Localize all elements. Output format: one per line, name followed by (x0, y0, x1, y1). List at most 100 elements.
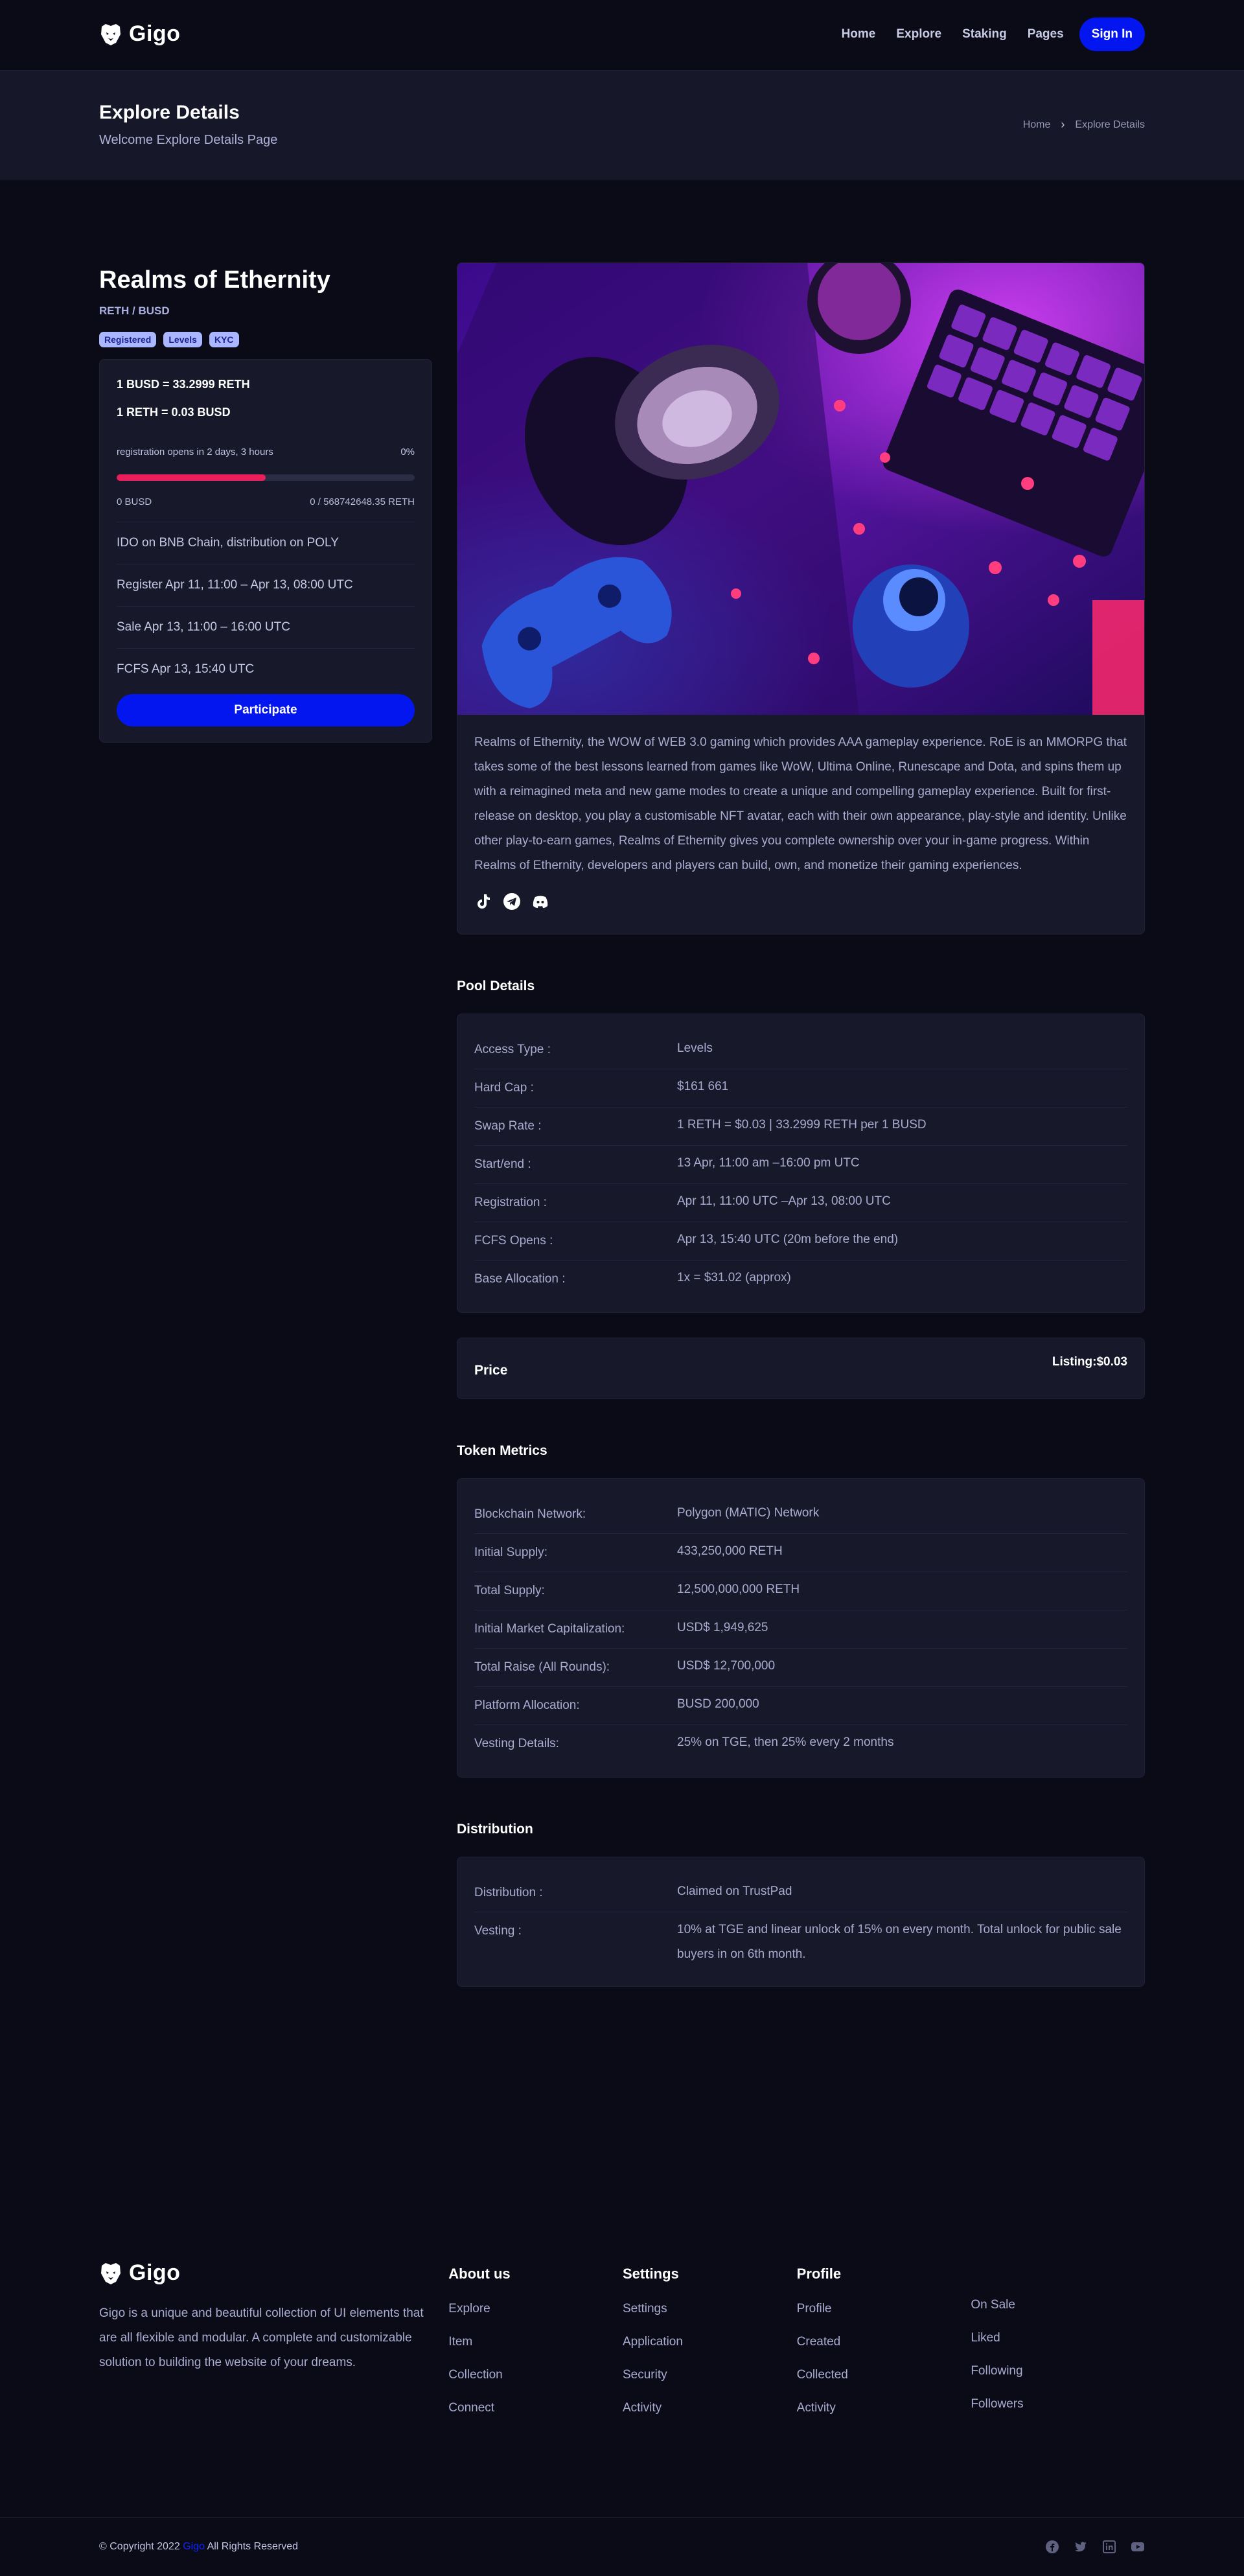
telegram-icon[interactable] (503, 892, 521, 911)
table-row: Distribution : Claimed on TrustPad (474, 1874, 1127, 1912)
table-row: Initial Market Capitalization: USD$ 1,949… (474, 1610, 1127, 1649)
table-row: Registration : Apr 11, 11:00 UTC –Apr 13,… (474, 1184, 1127, 1222)
tiktok-icon[interactable] (474, 892, 492, 911)
footer-col-about: About us Explore Item Collection Connect (448, 2260, 623, 2434)
project-description: Realms of Ethernity, the WOW of WEB 3.0 … (474, 736, 1127, 872)
footer-link-created[interactable]: Created (797, 2335, 971, 2349)
footer-link-profile[interactable]: Profile (797, 2302, 971, 2316)
table-row: FCFS Opens : Apr 13, 15:40 UTC (20m befor… (474, 1222, 1127, 1260)
row-value: USD$ 1,949,625 (677, 1621, 768, 1634)
copyright-text: © Copyright 2022 (99, 2540, 180, 2552)
progress-bar-fill (117, 474, 266, 481)
info-sale: Sale Apr 13, 11:00 – 16:00 UTC (117, 607, 415, 649)
row-label: Initial Supply: (474, 1546, 548, 1559)
brand-name: Gigo (129, 21, 181, 46)
footer-col-extra: On Sale Liked Following Followers (971, 2298, 1145, 2434)
facebook-icon[interactable] (1045, 2540, 1059, 2554)
linkedin-icon[interactable] (1102, 2540, 1116, 2554)
row-value: 25% on TGE, then 25% every 2 months (677, 1735, 894, 1749)
price-card: Price Listing:$0.03 (457, 1338, 1145, 1399)
footer-link-liked[interactable]: Liked (971, 2331, 1145, 2345)
row-label: Vesting : (474, 1924, 522, 1938)
row-label: Swap Rate : (474, 1119, 542, 1133)
footer-col-title: About us (448, 2266, 511, 2282)
footer-link-application[interactable]: Application (623, 2335, 797, 2349)
breadcrumb: Home › Explore Details (1023, 118, 1145, 132)
footer-link-following[interactable]: Following (971, 2364, 1145, 2378)
table-row: Total Raise (All Rounds): USD$ 12,700,000 (474, 1649, 1127, 1687)
social-links (457, 878, 1144, 934)
chevron-right-icon: › (1061, 118, 1065, 131)
info-fcfs: FCFS Apr 13, 15:40 UTC (117, 662, 255, 676)
discord-icon[interactable] (531, 892, 549, 911)
footer-link-activity[interactable]: Activity (623, 2401, 797, 2415)
nav-staking[interactable]: Staking (962, 27, 1007, 41)
footer-link-connect[interactable]: Connect (448, 2401, 623, 2415)
row-value: USD$ 12,700,000 (677, 1659, 776, 1673)
rate-reth-busd: 1 RETH = 0.03 BUSD (117, 406, 231, 419)
footer-link-collected[interactable]: Collected (797, 2368, 971, 2382)
breadcrumb-home[interactable]: Home (1023, 119, 1051, 131)
project-sidebar: Realms of Ethernity RETH / BUSD Register… (99, 262, 432, 1987)
project-tags: Registered Levels KYC (99, 332, 432, 347)
twitter-icon[interactable] (1074, 2540, 1088, 2554)
top-nav: Gigo Home Explore Staking Pages Sign In (0, 0, 1244, 68)
row-label: FCFS Opens : (474, 1234, 553, 1247)
nav-explore[interactable]: Explore (896, 27, 941, 41)
row-label: Total Supply: (474, 1584, 545, 1597)
row-value: $161 661 (677, 1080, 729, 1093)
footer-link-item[interactable]: Item (448, 2335, 623, 2349)
footer-link-followers[interactable]: Followers (971, 2397, 1145, 2411)
row-label: Blockchain Network: (474, 1507, 586, 1521)
row-value: 12,500,000,000 RETH (677, 1583, 800, 1596)
token-pair: RETH / BUSD (99, 305, 170, 317)
project-detail: Realms of Ethernity, the WOW of WEB 3.0 … (457, 262, 1145, 1987)
copyright-brand-link[interactable]: Gigo (183, 2541, 205, 2552)
row-value: Levels (677, 1041, 713, 1055)
nav-home[interactable]: Home (842, 27, 876, 41)
row-value: 1 RETH = $0.03 | 33.2999 RETH per 1 BUSD (677, 1118, 927, 1131)
distribution-table: Distribution : Claimed on TrustPad Vestin… (457, 1857, 1145, 1987)
footer-col-title: Profile (796, 2266, 842, 2282)
page-subtitle: Welcome Explore Details Page (99, 133, 278, 147)
nav-pages[interactable]: Pages (1028, 27, 1064, 41)
row-value: Apr 11, 11:00 UTC –Apr 13, 08:00 UTC (677, 1194, 891, 1208)
footer-brand: Gigo Gigo is a unique and beautiful coll… (99, 2260, 448, 2434)
participate-button[interactable]: Participate (117, 694, 415, 726)
rate-busd-reth: 1 BUSD = 33.2999 RETH (117, 378, 250, 391)
page-title: Explore Details (99, 102, 240, 123)
table-row: Vesting Details: 25% on TGE, then 25% eve… (474, 1725, 1127, 1763)
footer-link-explore[interactable]: Explore (448, 2302, 623, 2316)
row-value: 10% at TGE and linear unlock of 15% on e… (677, 1923, 1122, 1961)
project-hero-card: Realms of Ethernity, the WOW of WEB 3.0 … (457, 262, 1145, 934)
tag-registered: Registered (99, 332, 157, 347)
row-label: Platform Allocation: (474, 1699, 580, 1712)
registration-status: registration opens in 2 days, 3 hours (117, 447, 273, 458)
row-value: BUSD 200,000 (677, 1697, 759, 1711)
footer-link-activity[interactable]: Activity (797, 2401, 971, 2415)
table-row: Start/end : 13 Apr, 11:00 am –16:00 pm UT… (474, 1146, 1127, 1184)
token-metrics-title: Token Metrics (457, 1443, 547, 1458)
footer-logo[interactable]: Gigo (99, 2260, 448, 2286)
footer-link-on-sale[interactable]: On Sale (971, 2298, 1145, 2312)
breadcrumb-current: Explore Details (1075, 119, 1145, 130)
table-row: Total Supply: 12,500,000,000 RETH (474, 1572, 1127, 1610)
footer-link-security[interactable]: Security (623, 2368, 797, 2382)
distribution-title: Distribution (457, 1822, 533, 1837)
footer-link-collection[interactable]: Collection (448, 2368, 623, 2382)
row-value: Claimed on TrustPad (677, 1885, 792, 1898)
lion-logo-icon (101, 2262, 121, 2284)
target-amount: 0 / 568742648.35 RETH (310, 496, 415, 507)
row-value: Polygon (MATIC) Network (677, 1506, 820, 1520)
row-label: Registration : (474, 1196, 547, 1209)
gaming-setup-image (457, 263, 1144, 715)
row-value: 433,250,000 RETH (677, 1544, 783, 1558)
row-value: 13 Apr, 11:00 am –16:00 pm UTC (677, 1156, 860, 1170)
sign-in-button[interactable]: Sign In (1079, 17, 1145, 51)
brand-logo[interactable]: Gigo (99, 21, 180, 47)
footer-social-links (1045, 2540, 1145, 2554)
project-title: Realms of Ethernity (99, 266, 330, 294)
copyright: © Copyright 2022 Gigo All Rights Reserve… (99, 2541, 298, 2553)
youtube-icon[interactable] (1131, 2540, 1145, 2554)
footer-link-settings[interactable]: Settings (623, 2302, 797, 2316)
